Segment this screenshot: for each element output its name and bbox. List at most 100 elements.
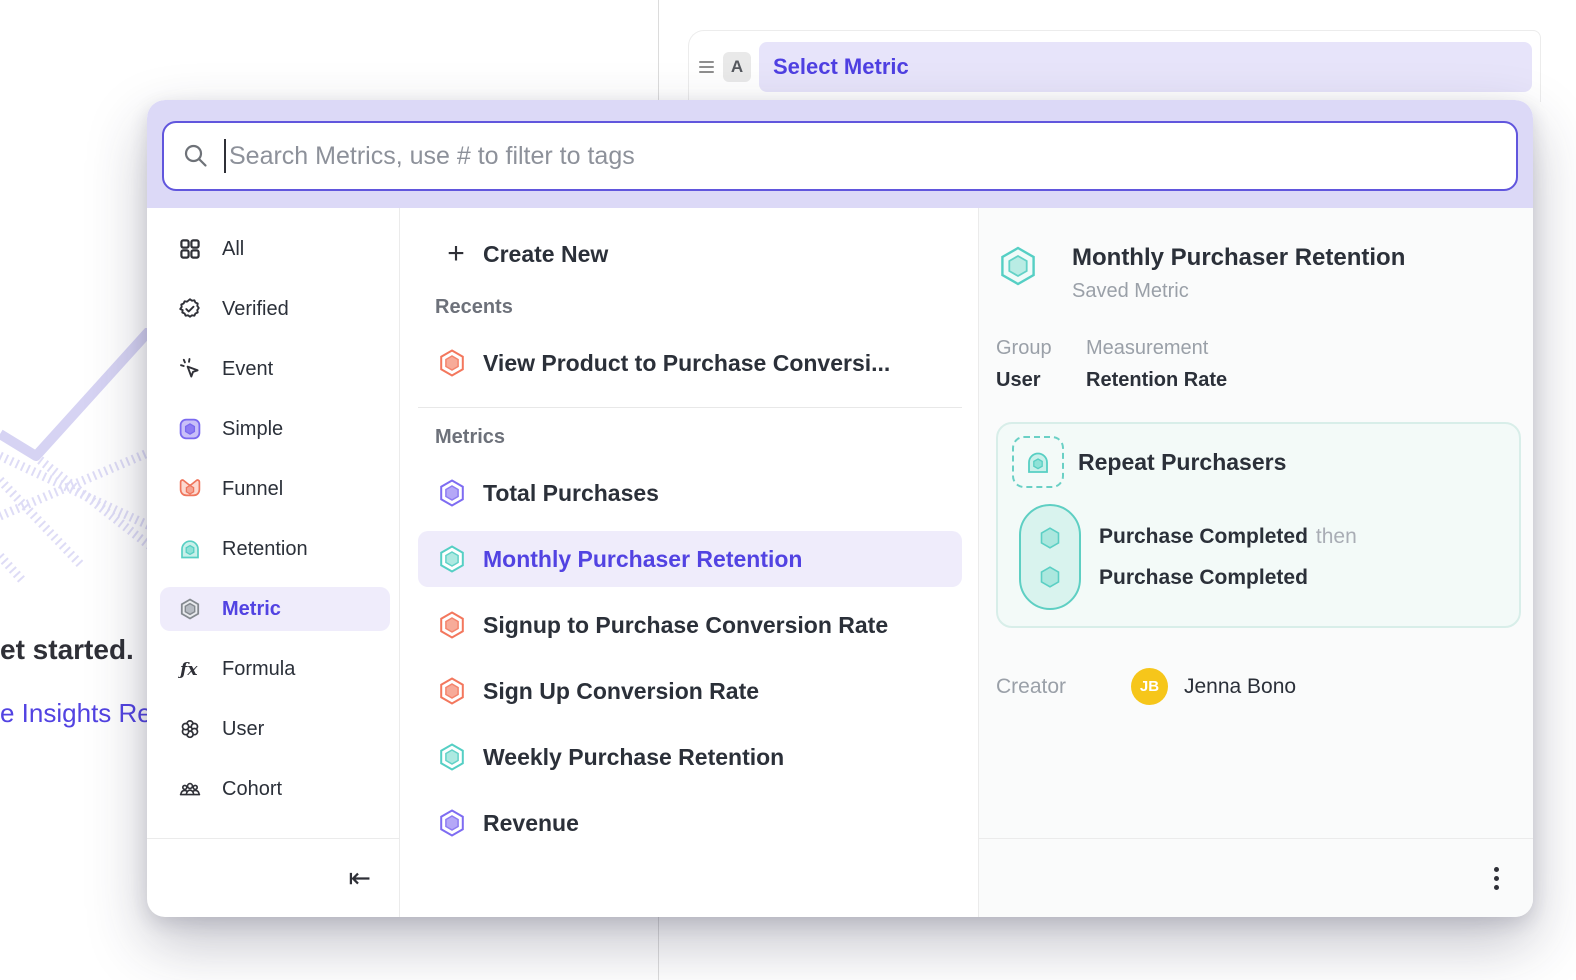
verified-badge-icon (178, 297, 202, 321)
cohort-icon (178, 777, 202, 801)
sidebar-item-label: Funnel (222, 478, 283, 501)
retention-metric-hexagon-icon-large (996, 244, 1040, 288)
metric-detail-panel: Monthly Purchaser Retention Saved Metric… (978, 208, 1533, 917)
sidebar-item-simple[interactable]: Simple (160, 407, 390, 451)
detail-title: Monthly Purchaser Retention (1072, 244, 1405, 272)
event-hexagon-icon (1037, 564, 1063, 590)
list-item-label: Revenue (483, 810, 579, 837)
field-measurement: Measurement Retention Rate (1086, 337, 1227, 392)
list-item-label: Total Purchases (483, 480, 659, 507)
sidebar-item-event[interactable]: Event (160, 347, 390, 391)
event-cursor-icon (178, 357, 202, 381)
sidebar-item-metric[interactable]: Metric (160, 587, 390, 631)
event-sequence-capsule (1019, 504, 1081, 610)
metric-list-panel: + Create New Recents View Product to Pur… (400, 208, 978, 917)
detail-footer (979, 838, 1533, 917)
sidebar-item-label: Retention (222, 538, 308, 561)
svg-text:ƒx: ƒx (178, 660, 198, 680)
user-icon (178, 717, 202, 741)
list-item-weekly-purchase-retention[interactable]: Weekly Purchase Retention (418, 729, 962, 785)
list-item-revenue[interactable]: Revenue (418, 795, 962, 851)
field-group: Group User (996, 337, 1086, 392)
repeat-purchasers-card: Repeat Purchasers Purchase Completedthen (996, 422, 1521, 628)
retention-icon (178, 537, 202, 561)
sidebar-item-label: Simple (222, 418, 283, 441)
create-new-label: Create New (483, 241, 608, 268)
sidebar-item-formula[interactable]: ƒx Formula (160, 647, 390, 691)
step-connector: then (1316, 525, 1357, 548)
sidebar-item-label: User (222, 718, 264, 741)
sidebar-item-funnel[interactable]: Funnel (160, 467, 390, 511)
sidebar-item-label: Cohort (222, 778, 282, 801)
detail-subtitle: Saved Metric (1072, 280, 1405, 303)
sidebar-item-user[interactable]: User (160, 707, 390, 751)
creator-row: Creator JB Jenna Bono (996, 668, 1521, 705)
field-value: User (996, 369, 1086, 392)
metric-picker-modal: Search Metrics, use # to filter to tags … (147, 100, 1533, 917)
formula-icon: ƒx (178, 657, 202, 681)
funnel-metric-hexagon-icon (437, 348, 467, 378)
simple-metric-icon (178, 417, 202, 441)
select-metric-button[interactable]: Select Metric (759, 42, 1532, 92)
list-item-recent-conversion[interactable]: View Product to Purchase Conversi... (418, 335, 962, 391)
list-item-label: Weekly Purchase Retention (483, 744, 784, 771)
list-item-signup-to-purchase-conversion-rate[interactable]: Signup to Purchase Conversion Rate (418, 597, 962, 653)
list-item-label: Monthly Purchaser Retention (483, 546, 802, 573)
cohort-title: Repeat Purchasers (1078, 449, 1286, 476)
retention-metric-hexagon-icon (437, 742, 467, 772)
sidebar-item-all[interactable]: All (160, 227, 390, 271)
search-icon (182, 142, 210, 170)
block-letter-badge: A (723, 52, 751, 82)
background-headline-fragment: et started. (0, 634, 134, 666)
sidebar-item-verified[interactable]: Verified (160, 287, 390, 331)
select-metric-label: Select Metric (773, 54, 909, 80)
search-section: Search Metrics, use # to filter to tags (147, 100, 1533, 208)
section-title-recents: Recents (418, 296, 962, 319)
insights-report-link-fragment[interactable]: e Insights Re (0, 698, 152, 729)
simple-metric-hexagon-icon (437, 808, 467, 838)
filter-sidebar: All Verified Event (147, 208, 400, 917)
sidebar-item-retention[interactable]: Retention (160, 527, 390, 571)
sidebar-item-label: Formula (222, 658, 295, 681)
list-item-label: View Product to Purchase Conversi... (483, 350, 890, 377)
create-new-button[interactable]: + Create New (418, 230, 962, 278)
simple-metric-hexagon-icon (437, 478, 467, 508)
list-item-total-purchases[interactable]: Total Purchases (418, 465, 962, 521)
list-item-sign-up-conversion-rate[interactable]: Sign Up Conversion Rate (418, 663, 962, 719)
field-label: Measurement (1086, 337, 1227, 360)
list-item-monthly-purchaser-retention[interactable]: Monthly Purchaser Retention (418, 531, 962, 587)
sequence-step: Purchase Completed (1099, 566, 1357, 590)
list-item-label: Sign Up Conversion Rate (483, 678, 759, 705)
retention-metric-hexagon-icon (437, 544, 467, 574)
list-section-divider (418, 407, 962, 408)
field-value: Retention Rate (1086, 369, 1227, 392)
sidebar-item-cohort[interactable]: Cohort (160, 767, 390, 811)
sidebar-footer: ⇤ (147, 838, 399, 917)
search-input[interactable]: Search Metrics, use # to filter to tags (162, 121, 1518, 191)
search-placeholder: Search Metrics, use # to filter to tags (229, 142, 635, 171)
section-title-metrics: Metrics (418, 426, 962, 449)
metric-hexagon-icon (178, 597, 202, 621)
plus-icon: + (444, 239, 468, 269)
retention-arch-icon (1024, 448, 1052, 476)
sidebar-item-label: Metric (222, 598, 281, 621)
more-options-button[interactable] (1488, 861, 1505, 896)
drag-handle-icon[interactable] (699, 61, 714, 73)
grid-icon (178, 237, 202, 261)
text-cursor (224, 139, 226, 173)
creator-name: Jenna Bono (1184, 675, 1296, 699)
event-hexagon-icon (1037, 525, 1063, 551)
metric-block-bar: A Select Metric (688, 30, 1541, 102)
field-label: Group (996, 337, 1086, 360)
funnel-icon (178, 477, 202, 501)
sidebar-item-label: Verified (222, 298, 289, 321)
decorative-chart-lines (0, 328, 150, 598)
collapse-sidebar-button[interactable]: ⇤ (348, 865, 371, 892)
creator-avatar: JB (1131, 668, 1168, 705)
sequence-step: Purchase Completedthen (1099, 525, 1357, 549)
creator-label: Creator (996, 675, 1131, 699)
list-item-label: Signup to Purchase Conversion Rate (483, 612, 888, 639)
funnel-metric-hexagon-icon (437, 610, 467, 640)
sidebar-item-label: All (222, 238, 244, 261)
funnel-metric-hexagon-icon (437, 676, 467, 706)
